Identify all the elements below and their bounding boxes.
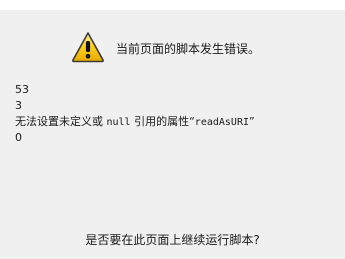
error-char-number: 3 [15,99,22,112]
error-message-null: null [106,117,131,128]
error-code: 0 [15,131,22,144]
warning-icon [71,31,105,63]
error-message-prefix: 无法设置未定义或 [15,115,107,128]
error-message: 无法设置未定义或 null 引用的属性“readAsURI” [15,114,335,130]
error-line-number: 53 [15,83,29,96]
error-title: 当前页面的脚本发生错误。 [116,42,261,56]
script-error-dialog: 当前页面的脚本发生错误。 53 3 无法设置未定义或 null 引用的属性“re… [0,0,345,259]
error-message-property: readAsURI [194,117,249,128]
error-message-middle: 引用的属性“ [130,115,195,128]
continue-question: 是否要在此页面上继续运行脚本? [85,233,260,247]
error-message-suffix: ” [248,115,255,128]
dialog-header: 当前页面的脚本发生错误。 [0,31,345,71]
error-details: 53 3 无法设置未定义或 null 引用的属性“readAsURI” 0 [15,82,335,146]
dialog-top-band [0,0,345,10]
